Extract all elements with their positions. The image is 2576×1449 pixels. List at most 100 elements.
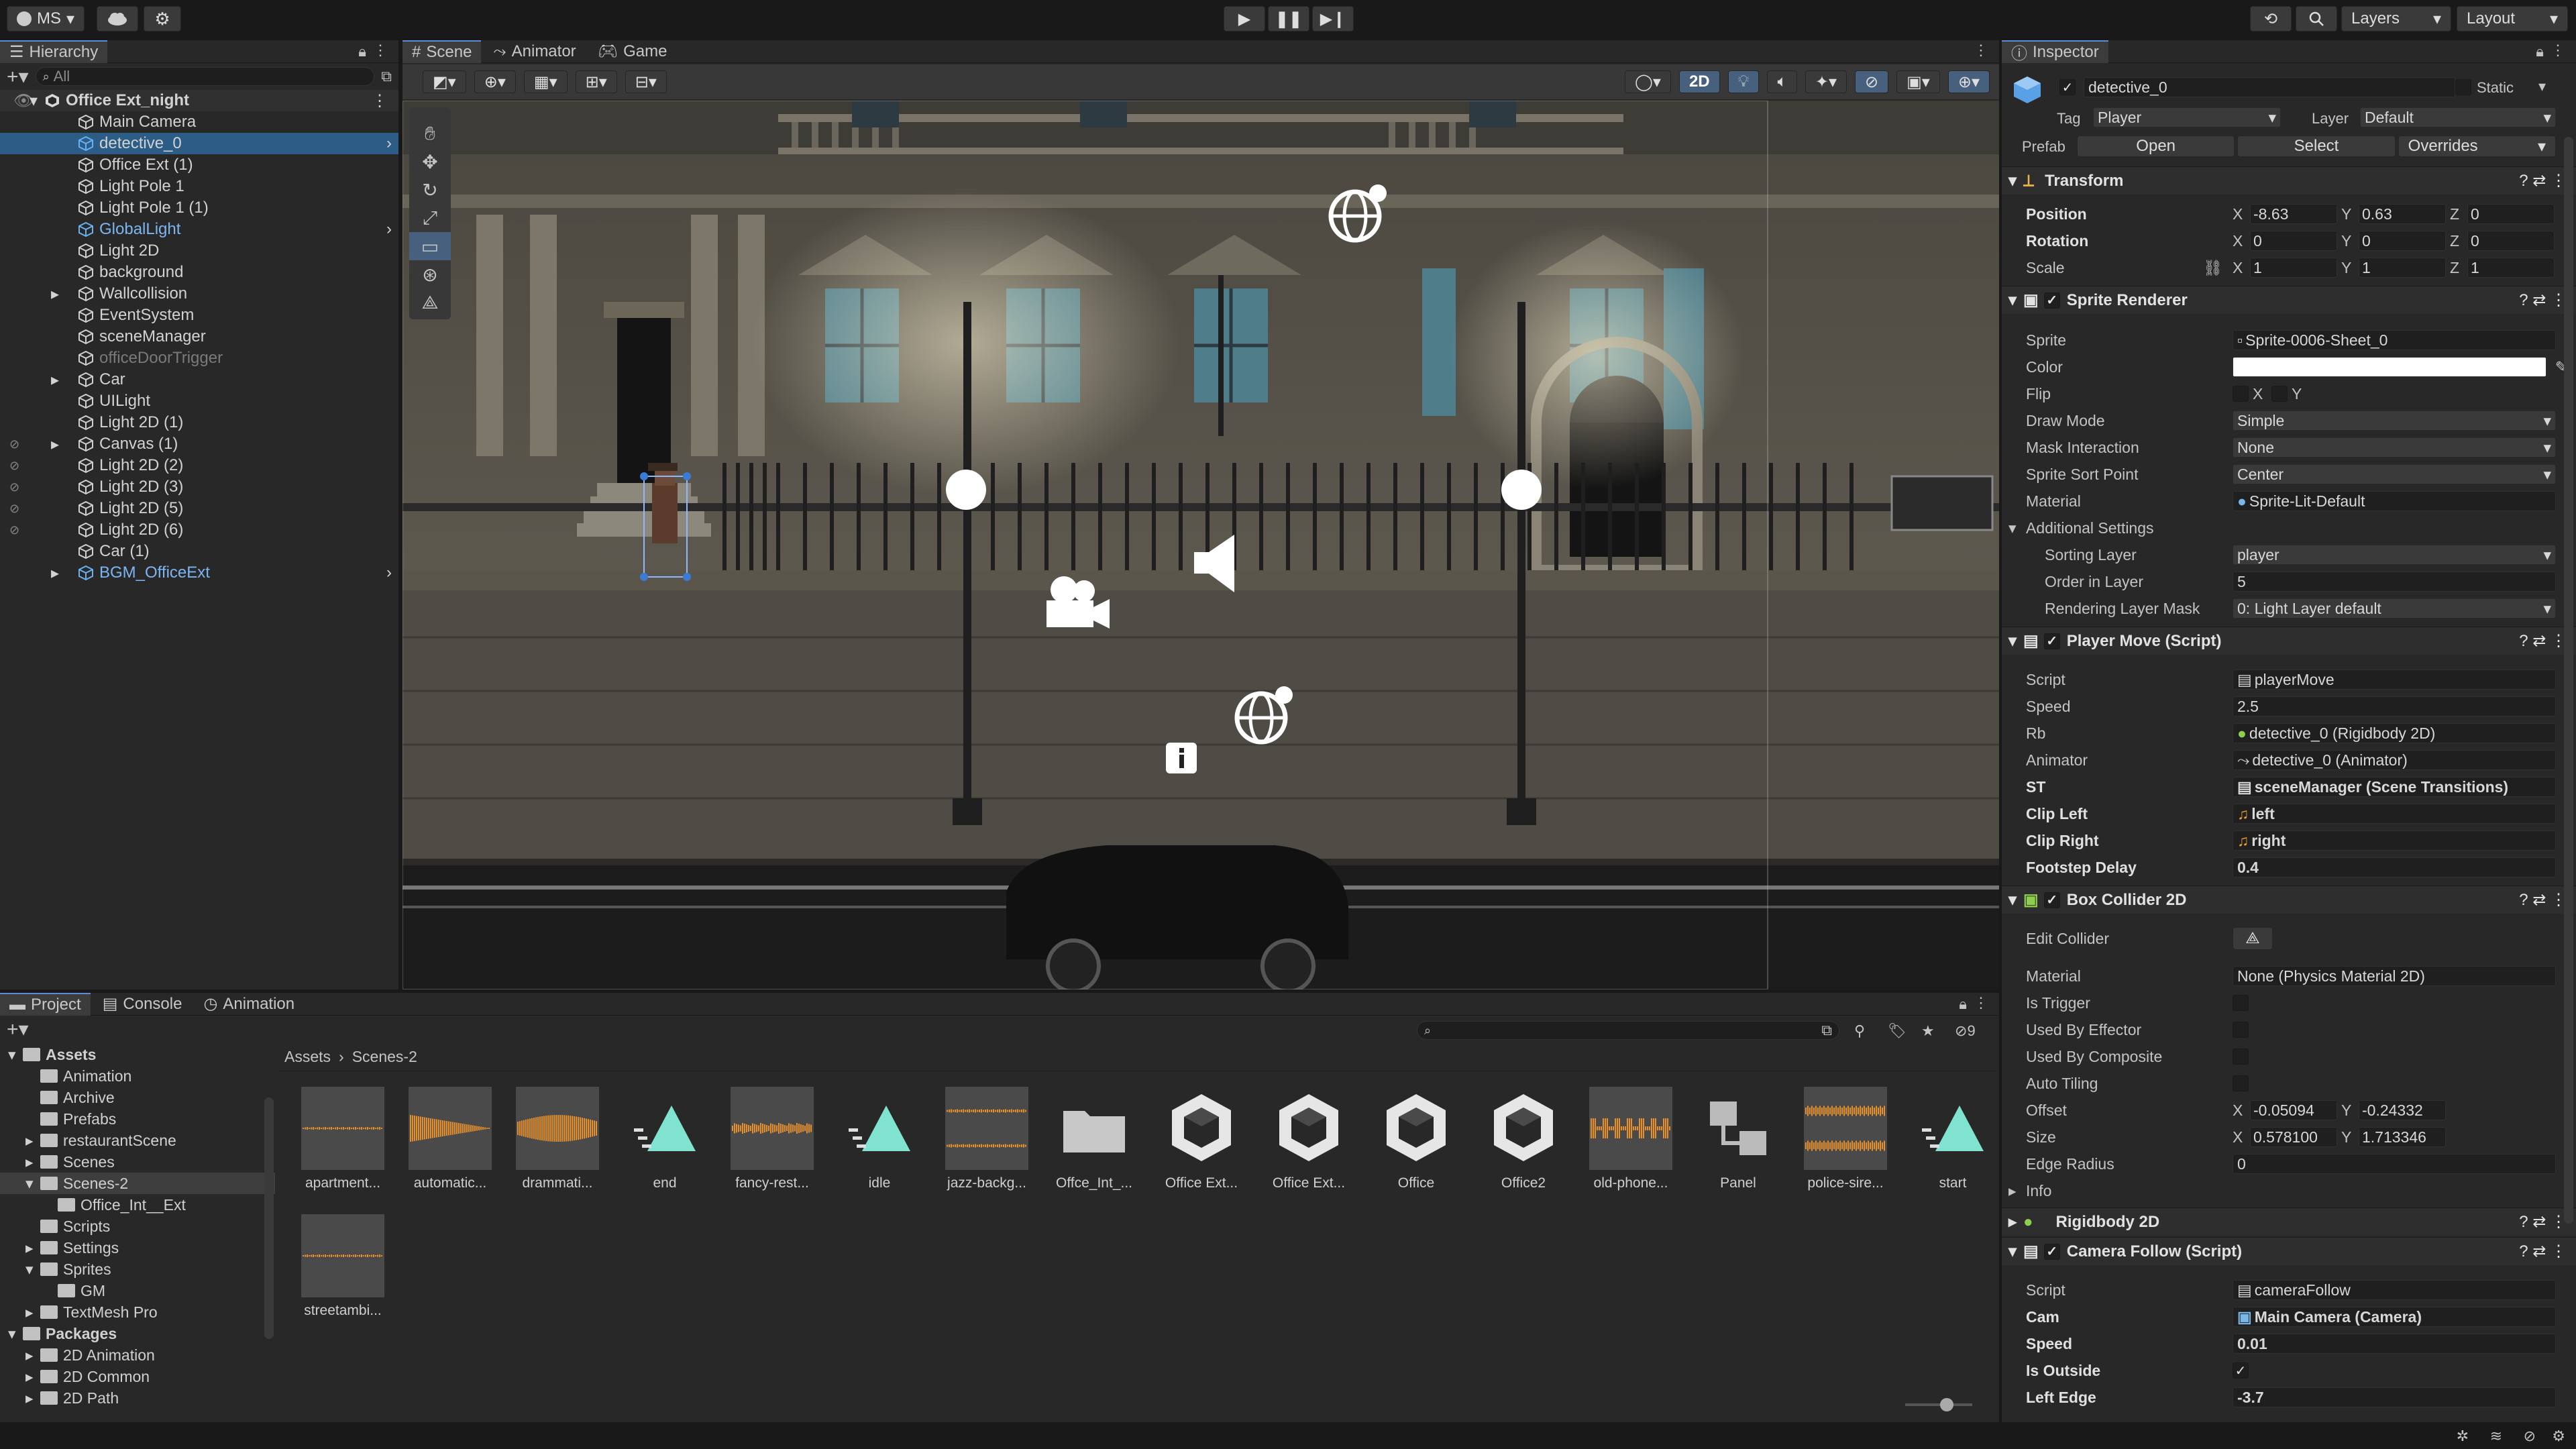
visibility-button[interactable]: ⊘ [1855,70,1889,93]
rigidbody-header[interactable]: ▸ ● Rigidbody 2D ? ⇄ ⋮ [2002,1208,2576,1236]
asset-item[interactable]: automatic... [400,1087,500,1191]
scene-viewport[interactable]: ✋︎ ✥ ↻ ⤢ ▭ ⊛ ⟁ [402,101,1999,989]
asset-item[interactable]: police-sire... [1795,1087,1896,1191]
bug-icon[interactable]: ✲ [2457,1428,2469,1445]
zoom-slider-handle[interactable] [1940,1398,1953,1411]
lock-icon[interactable]: 🔒︎ [358,43,366,60]
lock-icon[interactable]: 🔒︎ [1959,996,1967,1013]
hierarchy-item[interactable]: background [0,262,398,283]
offset-y[interactable]: Y -0.24332 [2341,1100,2446,1120]
collapsed-arrow-icon[interactable]: ▸ [25,1153,40,1171]
collapsed-arrow-icon[interactable]: ▸ [25,1132,40,1150]
rlm-dropdown[interactable]: 0: Light Layer default ▾ [2233,598,2556,619]
color-swatch[interactable] [2233,357,2546,377]
position-y[interactable]: Y 0.63 [2341,204,2446,224]
kebab-menu-icon[interactable]: ⋮ [1974,994,1988,1012]
hierarchy-item[interactable]: sceneManager [0,326,398,347]
project-folder-item[interactable]: ▾ Scenes-2 [0,1173,275,1194]
expanded-arrow-icon[interactable]: ▾ [8,1325,23,1343]
asset-item[interactable]: Office Ext... [1151,1087,1252,1191]
hierarchy-item[interactable]: detective_0 › [0,133,398,154]
hidden-packages-icon[interactable]: ⊘9 [1955,1022,1976,1040]
hierarchy-item[interactable]: ⊘ Light 2D (3) [0,476,398,498]
hierarchy-item[interactable]: EventSystem [0,305,398,326]
filter-type-icon[interactable]: ⚲ [1854,1022,1865,1040]
camera-gizmo-icon[interactable] [1040,574,1114,638]
asset-item[interactable]: Offce_Int_... [1044,1087,1144,1191]
move-tool-icon[interactable]: ✥ [409,148,451,176]
effector-checkbox[interactable] [2233,1022,2249,1038]
transform-tool-icon[interactable]: ⊛ [409,260,451,288]
component-actions-icon[interactable]: ? ⇄ ⋮ [2519,290,2567,310]
transform-header[interactable]: ▾ ⟂ Transform ? ⇄ ⋮ [2002,166,2576,195]
rotation-x[interactable]: X0 [2233,231,2337,251]
asset-item[interactable]: old-phone... [1580,1087,1681,1191]
material-field[interactable]: ● Sprite-Lit-Default [2233,491,2556,511]
clip-right-field[interactable]: ♫ right [2233,830,2556,851]
rotation-z[interactable]: Z0 [2450,231,2555,251]
draw-mode-button[interactable]: ◩▾ [423,70,466,93]
position-z[interactable]: Z0 [2450,204,2555,224]
sprite-field[interactable]: ▫ Sprite-0006-Sheet_0 [2233,330,2556,350]
hierarchy-item[interactable]: Car (1) [0,541,398,562]
collab-button[interactable]: ⚙ [144,6,181,32]
hierarchy-item[interactable]: Light 2D (1) [0,412,398,433]
scale-z[interactable]: Z1 [2450,258,2555,278]
kebab-menu-icon[interactable]: ⋮ [1974,42,1988,59]
hierarchy-item[interactable]: Main Camera [0,111,398,133]
chevron-down-icon[interactable]: ▾ [2538,78,2546,95]
project-folder-item[interactable]: ▾ Packages [0,1323,275,1344]
object-name-field[interactable]: detective_0 [2084,77,2455,97]
camera-follow-header[interactable]: ▾ ▤ ✓ Camera Follow (Script) ? ⇄ ⋮ [2002,1237,2576,1265]
expanded-arrow-icon[interactable]: ▾ [30,91,44,111]
project-folder-item[interactable]: ▸ 2D Animation [0,1344,275,1366]
hierarchy-item[interactable]: officeDoorTrigger [0,347,398,369]
custom-tool-icon[interactable]: ⟁ [409,288,451,317]
info-row[interactable]: ▸ Info [2002,1178,2576,1203]
active-checkbox[interactable]: ✓ [2059,79,2076,95]
project-folder-item[interactable]: Office_Int__Ext [0,1194,275,1216]
rotate-tool-icon[interactable]: ↻ [409,176,451,204]
settings-icon[interactable]: ⚙ [2552,1428,2565,1445]
tab-scene[interactable]: # Scene [402,40,482,63]
hierarchy-item[interactable]: ▸ Wallcollision [0,283,398,305]
hierarchy-item[interactable]: Light 2D [0,240,398,262]
kebab-menu-icon[interactable]: ⋮ [373,42,388,59]
flip-x-checkbox[interactable] [2233,386,2249,402]
tab-animation[interactable]: ◷ Animation [194,993,304,1016]
hierarchy-item[interactable]: Light Pole 1 [0,176,398,197]
footstep-field[interactable]: 0.4 [2233,857,2556,877]
component-enabled-checkbox[interactable]: ✓ [2043,1243,2060,1260]
component-actions-icon[interactable]: ? ⇄ ⋮ [2519,1212,2567,1232]
cam-field[interactable]: ▣ Main Camera (Camera) [2233,1307,2556,1327]
hierarchy-item[interactable]: GlobalLight › [0,219,398,240]
filter-label-icon[interactable]: 🏷︎ [1888,1022,1907,1040]
left-edge-field[interactable]: -3.7 [2233,1387,2556,1407]
hidden-eye-icon[interactable]: ⊘ [9,480,51,494]
scale-tool-icon[interactable]: ⤢ [409,204,451,232]
add-icon[interactable]: +▾ [7,65,29,89]
clip-left-field[interactable]: ♫ left [2233,804,2556,824]
increment-snap-button[interactable]: ⊟▾ [625,70,667,93]
search-options-icon[interactable]: ⧉ [1821,1022,1832,1039]
effects-button[interactable]: ✦▾ [1805,70,1847,93]
edge-field[interactable]: 0 [2233,1154,2556,1174]
position-x[interactable]: X -8.63 [2233,204,2337,224]
hierarchy-item[interactable]: ▸ BGM_OfficeExt › [0,562,398,584]
order-field[interactable]: 5 [2233,572,2556,592]
grid-snap-button[interactable]: ▦▾ [523,70,568,93]
project-folder-item[interactable]: Prefabs [0,1108,275,1130]
chevron-right-icon[interactable]: › [386,220,392,239]
collapsed-arrow-icon[interactable]: ▸ [25,1368,40,1386]
hierarchy-item[interactable]: Office Ext (1) [0,154,398,176]
asset-item[interactable]: streetambi... [292,1214,393,1319]
component-actions-icon[interactable]: ? ⇄ ⋮ [2519,1242,2567,1261]
project-folder-item[interactable]: Animation [0,1065,275,1087]
tiling-checkbox[interactable] [2233,1075,2249,1091]
asset-item[interactable]: Panel [1688,1087,1788,1191]
animator-field[interactable]: ⤳ detective_0 (Animator) [2233,750,2556,770]
globe-gizmo-icon[interactable] [1328,182,1389,247]
info-gizmo-icon[interactable] [1165,741,1198,779]
toggle-2d-button[interactable]: 2D [1678,70,1720,93]
sort-point-dropdown[interactable]: Center ▾ [2233,464,2556,484]
